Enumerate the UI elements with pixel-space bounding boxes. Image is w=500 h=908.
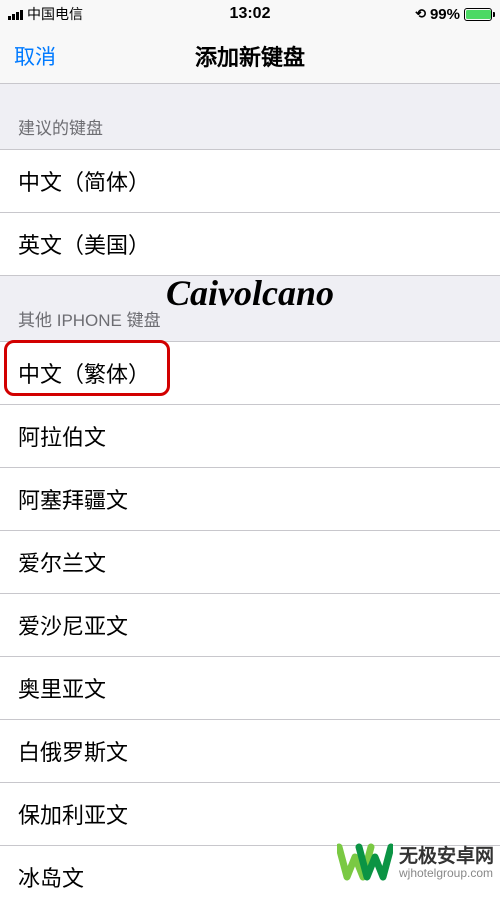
list-item[interactable]: 阿拉伯文: [0, 405, 500, 468]
list-item[interactable]: 英文（美国）: [0, 213, 500, 275]
other-keyboards-list: 中文（繁体） 阿拉伯文阿塞拜疆文爱尔兰文爱沙尼亚文奥里亚文白俄罗斯文保加利亚文冰岛…: [0, 341, 500, 908]
carrier-label: 中国电信: [27, 4, 83, 24]
keyboard-label: 阿拉伯文: [18, 425, 106, 450]
keyboard-label: 英文（美国）: [18, 233, 150, 258]
keyboard-label: 中文（繁体）: [18, 362, 150, 387]
list-item[interactable]: 爱尔兰文: [0, 531, 500, 594]
orientation-lock-icon: ⟲: [415, 6, 426, 22]
battery-percent: 99%: [430, 6, 460, 23]
list-item[interactable]: 中文（简体）: [0, 150, 500, 213]
keyboard-label: 阿塞拜疆文: [18, 488, 128, 513]
section-header-other: 其他 IPHONE 键盘: [0, 276, 500, 341]
list-item[interactable]: 冰岛文: [0, 846, 500, 908]
battery-icon: [464, 8, 492, 21]
list-item[interactable]: 中文（繁体）: [0, 342, 500, 405]
keyboard-label: 爱沙尼亚文: [18, 614, 128, 639]
keyboard-label: 中文（简体）: [18, 170, 150, 195]
status-left: 中国电信: [8, 4, 83, 24]
status-time: 13:02: [230, 5, 271, 23]
keyboard-label: 冰岛文: [18, 866, 84, 891]
cancel-button[interactable]: 取消: [14, 41, 56, 71]
nav-bar: 取消 添加新键盘: [0, 28, 500, 84]
list-item[interactable]: 保加利亚文: [0, 783, 500, 846]
suggested-keyboards-list: 中文（简体） 英文（美国）: [0, 149, 500, 276]
keyboard-label: 爱尔兰文: [18, 551, 106, 576]
keyboard-label: 白俄罗斯文: [18, 740, 128, 765]
page-title: 添加新键盘: [195, 40, 305, 72]
status-right: ⟲ 99%: [415, 6, 492, 23]
list-item[interactable]: 白俄罗斯文: [0, 720, 500, 783]
status-bar: 中国电信 13:02 ⟲ 99%: [0, 0, 500, 28]
keyboard-label: 保加利亚文: [18, 803, 128, 828]
list-item[interactable]: 爱沙尼亚文: [0, 594, 500, 657]
signal-icon: [8, 8, 23, 20]
keyboard-label: 奥里亚文: [18, 677, 106, 702]
list-item[interactable]: 阿塞拜疆文: [0, 468, 500, 531]
section-header-suggested: 建议的键盘: [0, 84, 500, 149]
list-item[interactable]: 奥里亚文: [0, 657, 500, 720]
